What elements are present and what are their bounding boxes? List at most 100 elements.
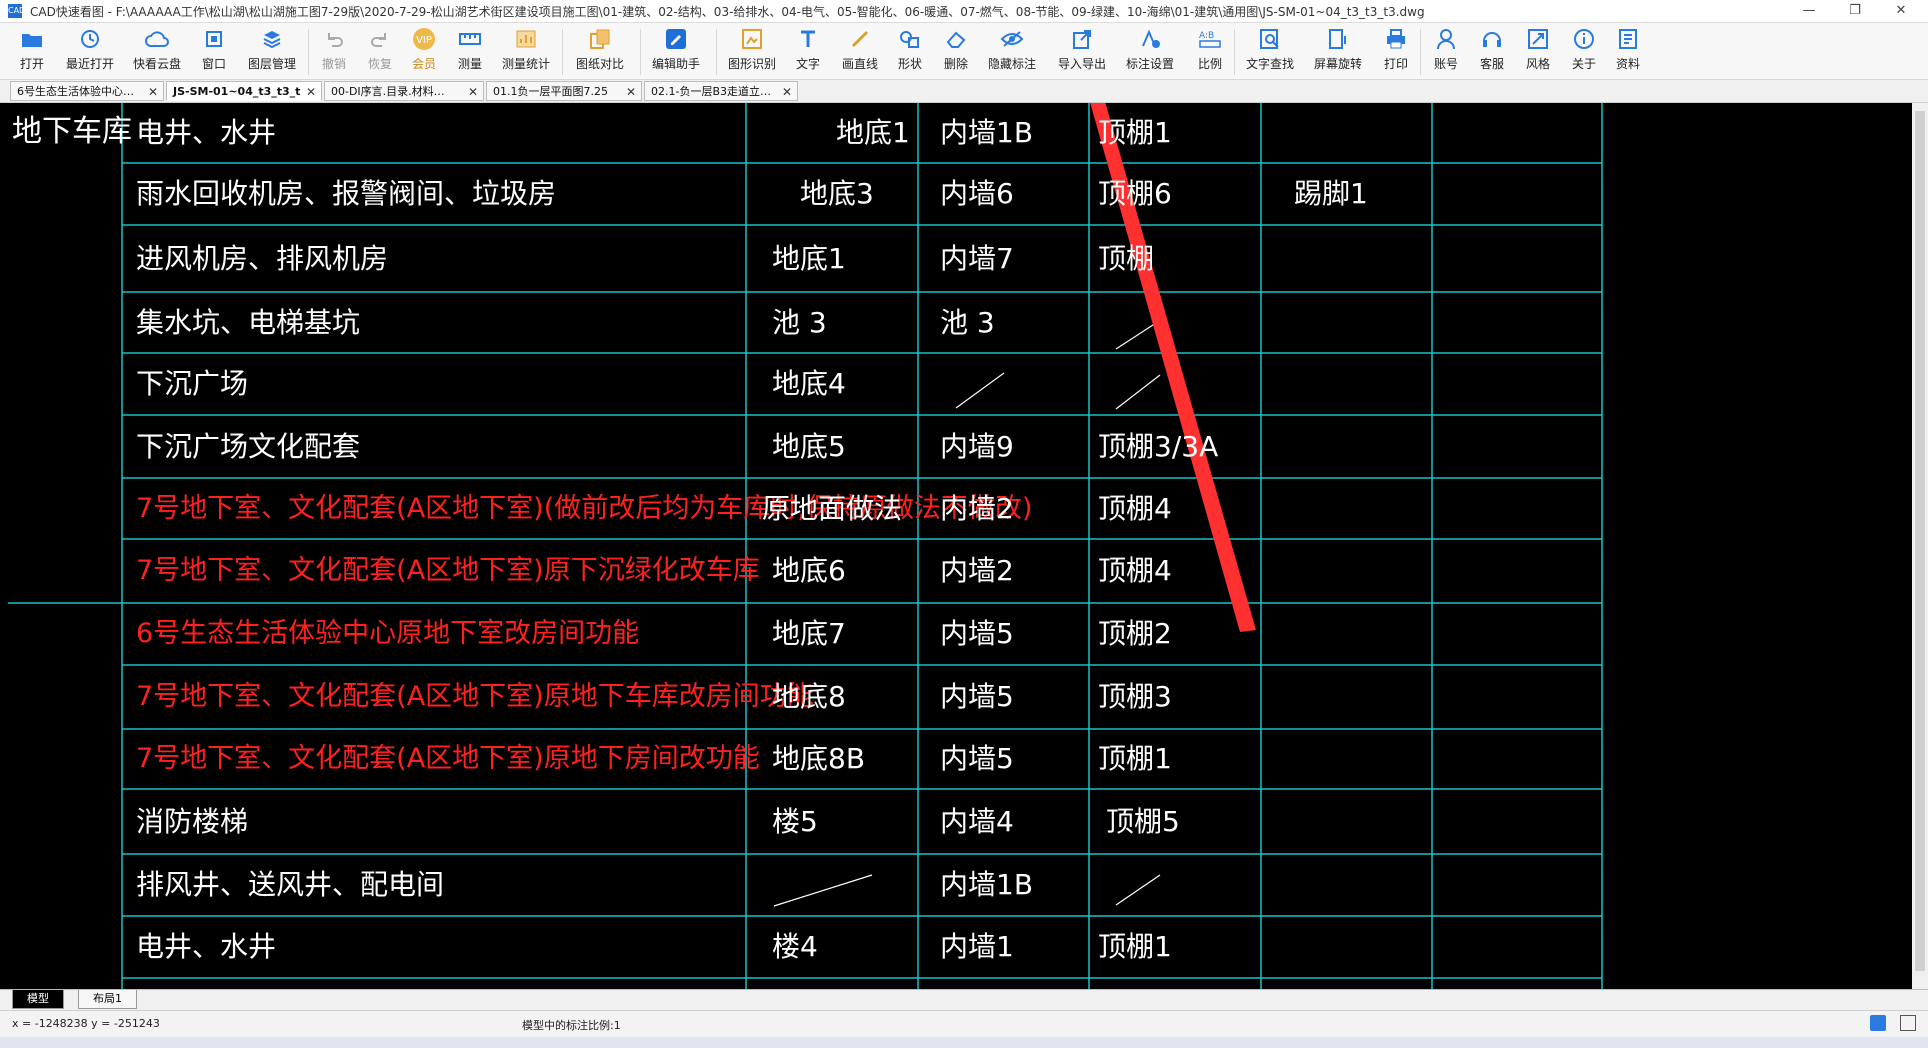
delete-button[interactable]: 删除 bbox=[940, 27, 972, 77]
wall-finish-cell: 内墙4 bbox=[940, 804, 1014, 838]
close-tab-icon[interactable]: ✕ bbox=[626, 82, 636, 100]
rotate-icon bbox=[1326, 27, 1350, 51]
resources-icon bbox=[1616, 27, 1640, 51]
maximize-button[interactable]: ❐ bbox=[1832, 0, 1878, 22]
main-toolbar: 打开 最近打开 快看云盘 窗口 图层管理 撤销 恢复 VIP 会员 测量 测量统… bbox=[0, 23, 1928, 80]
close-button[interactable]: ✕ bbox=[1878, 0, 1924, 22]
empty-cell-slash bbox=[773, 874, 873, 907]
close-tab-icon[interactable]: ✕ bbox=[148, 82, 158, 100]
row-name: 电井、水井 bbox=[136, 930, 277, 963]
scrollbar-thumb[interactable] bbox=[1915, 111, 1925, 971]
row-name: 7号地下室、文化配套(A区地下室)原地下车库改房间功能 bbox=[136, 681, 814, 712]
floor-finish-cell: 地底8B bbox=[772, 742, 866, 775]
scale-button[interactable]: A:B 比例 bbox=[1194, 27, 1226, 77]
layers-icon bbox=[260, 27, 284, 51]
screen-rotate-button[interactable]: 屏幕旋转 bbox=[1312, 27, 1364, 77]
row-name: 消防楼梯 bbox=[136, 804, 249, 838]
redo-button[interactable]: 恢复 bbox=[364, 27, 396, 77]
export-icon bbox=[1070, 27, 1094, 51]
measure-statistics-button[interactable]: 测量统计 bbox=[500, 27, 552, 77]
wall-finish-cell: 内墙2 bbox=[940, 554, 1014, 587]
shape-icon bbox=[898, 27, 922, 51]
toolbar-divider bbox=[1420, 29, 1421, 75]
wall-finish-cell: 内墙2 bbox=[940, 491, 1014, 525]
annotation-settings-button[interactable]: 标注设置 bbox=[1124, 27, 1176, 77]
tab-doc-1[interactable]: 6号生态生活体验中心… ✕ bbox=[10, 81, 164, 101]
import-export-button[interactable]: 导入导出 bbox=[1056, 27, 1108, 77]
empty-cell-slash bbox=[1115, 874, 1161, 906]
cloud-drive-button[interactable]: 快看云盘 bbox=[132, 27, 182, 77]
print-button[interactable]: 打印 bbox=[1380, 27, 1412, 77]
vertical-scrollbar[interactable] bbox=[1912, 103, 1928, 989]
close-tab-icon[interactable]: ✕ bbox=[306, 82, 316, 100]
tab-doc-4[interactable]: 01.1负一层平面图7.25 ✕ bbox=[486, 81, 642, 101]
floor-finish-cell: 楼4 bbox=[772, 930, 818, 963]
text-search-button[interactable]: 文字查找 bbox=[1244, 27, 1296, 77]
tab-model[interactable]: 模型 bbox=[12, 990, 64, 1009]
info-icon bbox=[1572, 27, 1596, 51]
empty-cell-slash bbox=[1115, 322, 1157, 350]
row-name: 7号地下室、文化配套(A区地下室)原地下房间改功能 bbox=[136, 743, 760, 774]
about-button[interactable]: 关于 bbox=[1568, 27, 1600, 77]
open-button[interactable]: 打开 bbox=[14, 27, 50, 77]
user-icon bbox=[1434, 27, 1458, 51]
cursor-coordinates: x = -1248238 y = -251243 bbox=[12, 1017, 160, 1030]
empty-cell-slash bbox=[1115, 374, 1161, 410]
undo-button[interactable]: 撤销 bbox=[318, 27, 350, 77]
shape-recognition-icon bbox=[740, 27, 764, 51]
floor-finish-cell: 地底4 bbox=[772, 367, 846, 400]
redo-icon bbox=[368, 27, 392, 51]
eye-hidden-icon bbox=[1000, 27, 1024, 51]
drawing-compare-button[interactable]: 图纸对比 bbox=[574, 27, 626, 77]
shape-recognition-button[interactable]: 图形识别 bbox=[726, 27, 778, 77]
shape-button[interactable]: 形状 bbox=[894, 27, 926, 77]
ceiling-finish-cell: 顶棚1 bbox=[1098, 930, 1172, 963]
ceiling-finish-cell: 顶棚3/3A bbox=[1098, 429, 1219, 463]
pdf-mode-icon[interactable] bbox=[1870, 1015, 1886, 1031]
toolbar-divider bbox=[308, 29, 309, 75]
row-name: 下沉广场文化配套 bbox=[136, 429, 361, 463]
text-button[interactable]: 文字 bbox=[792, 27, 824, 77]
customer-service-button[interactable]: 客服 bbox=[1476, 27, 1508, 77]
ceiling-finish-cell: 顶棚1 bbox=[1098, 116, 1172, 149]
text-search-icon bbox=[1258, 27, 1282, 51]
resources-button[interactable]: 资料 bbox=[1612, 27, 1644, 77]
window-title: CAD快速看图 - F:\AAAAAA工作\松山湖\松山湖施工图7-29版\20… bbox=[30, 4, 1425, 19]
ceiling-finish-cell: 顶棚 bbox=[1098, 241, 1155, 275]
ceiling-finish-cell: 顶棚5 bbox=[1106, 804, 1180, 838]
wall-finish-cell: 内墙7 bbox=[940, 241, 1014, 275]
tab-doc-2[interactable]: JS-SM-01~04_t3_t3_t ✕ bbox=[166, 81, 322, 101]
wall-finish-cell: 池 3 bbox=[940, 305, 995, 339]
svg-text:VIP: VIP bbox=[416, 35, 432, 46]
grid-icon[interactable] bbox=[1900, 1015, 1916, 1031]
title-bar: CAD CAD快速看图 - F:\AAAAAA工作\松山湖\松山湖施工图7-29… bbox=[0, 0, 1928, 23]
tab-layout1[interactable]: 布局1 bbox=[78, 990, 137, 1009]
line-icon bbox=[848, 27, 872, 51]
wall-finish-cell: 内墙6 bbox=[940, 177, 1014, 210]
measure-button[interactable]: 测量 bbox=[454, 27, 486, 77]
row-name: 下沉广场 bbox=[136, 367, 249, 400]
style-button[interactable]: 风格 bbox=[1522, 27, 1554, 77]
tab-doc-5[interactable]: 02.1-负一层B3走道立… ✕ bbox=[644, 81, 798, 101]
vip-button[interactable]: VIP 会员 bbox=[408, 27, 440, 77]
draw-line-button[interactable]: 画直线 bbox=[840, 27, 880, 77]
edit-assistant-icon bbox=[664, 27, 688, 51]
layer-management-button[interactable]: 图层管理 bbox=[246, 27, 298, 77]
minimize-button[interactable]: — bbox=[1786, 0, 1832, 22]
window-button[interactable]: 窗口 bbox=[198, 27, 230, 77]
close-tab-icon[interactable]: ✕ bbox=[782, 82, 792, 100]
recent-open-button[interactable]: 最近打开 bbox=[62, 27, 118, 77]
drawing-canvas[interactable]: 地下车库 电井、水井 地底1 内墙1B 顶棚1 雨水回收机房、报警阀间、垃圾房 地底3 内墙6… bbox=[0, 103, 1928, 989]
ceiling-finish-cell: 顶棚4 bbox=[1098, 554, 1172, 587]
cad-viewer-app: CAD CAD快速看图 - F:\AAAAAA工作\松山湖\松山湖施工图7-29… bbox=[0, 0, 1928, 1048]
ceiling-finish-cell: 顶棚6 bbox=[1098, 177, 1172, 210]
edit-assistant-button[interactable]: 编辑助手 bbox=[650, 27, 702, 77]
floor-finish-cell: 地底8 bbox=[772, 680, 846, 713]
close-tab-icon[interactable]: ✕ bbox=[468, 82, 478, 100]
hide-annotations-button[interactable]: 隐藏标注 bbox=[986, 27, 1038, 77]
floor-finish-cell: 地底5 bbox=[772, 429, 846, 463]
ceiling-finish-cell: 顶棚4 bbox=[1098, 491, 1172, 525]
text-icon bbox=[796, 27, 820, 51]
tab-doc-3[interactable]: 00-DI序言.目录.材料… ✕ bbox=[324, 81, 484, 101]
account-button[interactable]: 账号 bbox=[1430, 27, 1462, 77]
